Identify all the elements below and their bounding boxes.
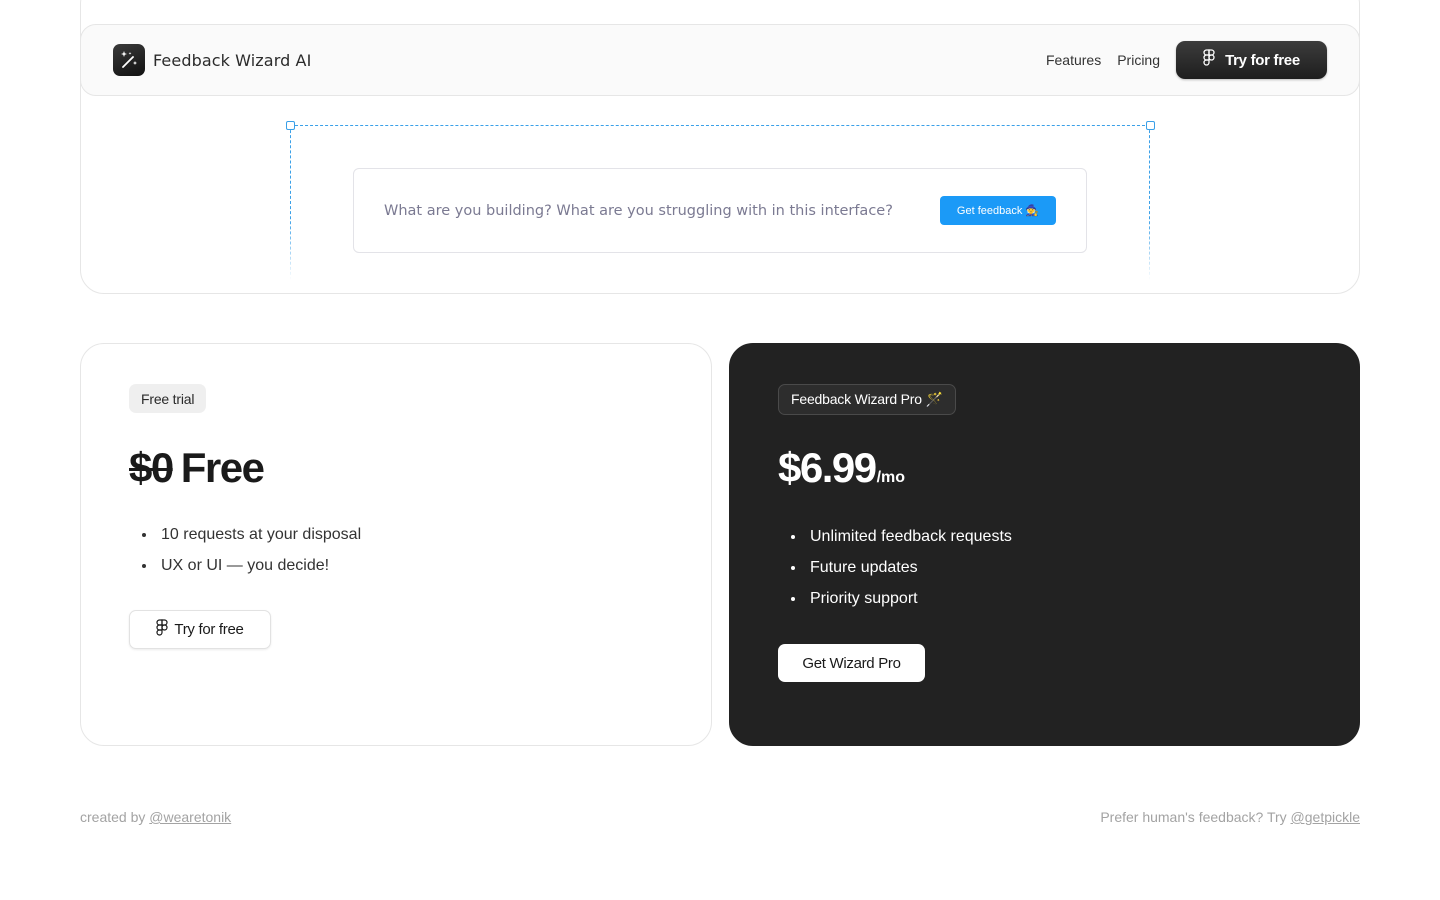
pro-features-list: Unlimited feedback requests Future updat…	[806, 526, 1012, 619]
selection-handle-top-right[interactable]	[1146, 121, 1155, 130]
list-item: 10 requests at your disposal	[157, 524, 361, 555]
pro-price-value: $6.99	[778, 444, 877, 491]
pro-price-period: /mo	[876, 469, 906, 486]
wizard-icon: 🧙	[1025, 205, 1040, 217]
figma-icon	[1203, 49, 1215, 71]
free-price: $0 Free	[129, 444, 265, 492]
get-feedback-label: Get feedback	[956, 204, 1023, 217]
try-for-free-label: Try for free	[1225, 51, 1300, 69]
footer-credit-prefix: created by	[80, 809, 150, 825]
footer-alt: Prefer human's feedback? Try @getpickle	[1100, 809, 1360, 825]
free-plan-card: Free trial $0 Free 10 requests at your d…	[80, 343, 712, 746]
nav-link-features[interactable]: Features	[1046, 52, 1101, 68]
main-nav: Features Pricing Try for free	[1046, 41, 1327, 79]
footer-credit: created by @wearetonik	[80, 809, 231, 825]
selection-handle-top-left[interactable]	[286, 121, 295, 130]
prompt-placeholder[interactable]: What are you building? What are you stru…	[384, 203, 893, 219]
free-features-list: 10 requests at your disposal UX or UI — …	[157, 524, 361, 586]
pro-badge: Feedback Wizard Pro 🪄	[778, 384, 956, 415]
free-try-label: Try for free	[174, 621, 244, 638]
brand[interactable]: Feedback Wizard AI	[113, 44, 311, 76]
pro-plan-card: Feedback Wizard Pro 🪄 $6.99 /mo Unlimite…	[729, 343, 1360, 746]
try-for-free-button[interactable]: Try for free	[1176, 41, 1327, 79]
pro-price: $6.99 /mo	[778, 444, 905, 492]
magic-wand-icon	[113, 44, 145, 76]
list-item: Priority support	[806, 588, 1012, 619]
brand-name: Feedback Wizard AI	[153, 50, 312, 70]
wearetonik-link[interactable]: @wearetonik	[149, 809, 231, 825]
free-try-button[interactable]: Try for free	[129, 610, 271, 649]
footer-alt-prefix: Prefer human's feedback? Try	[1100, 809, 1291, 825]
list-item: UX or UI — you decide!	[157, 555, 361, 586]
struck-price: $0	[129, 444, 174, 491]
get-wizard-pro-button[interactable]: Get Wizard Pro	[778, 644, 925, 682]
prompt-box[interactable]: What are you building? What are you stru…	[353, 168, 1087, 253]
getpickle-link[interactable]: @getpickle	[1291, 809, 1360, 825]
free-trial-badge: Free trial	[129, 384, 207, 413]
get-feedback-button[interactable]: Get feedback 🧙	[940, 196, 1056, 225]
list-item: Unlimited feedback requests	[806, 526, 1012, 557]
list-item: Future updates	[806, 557, 1012, 588]
navbar: Feedback Wizard AI Features Pricing Try …	[80, 24, 1360, 96]
figma-icon	[156, 618, 168, 641]
free-price-label: Free	[180, 444, 265, 491]
nav-link-pricing[interactable]: Pricing	[1117, 52, 1160, 68]
